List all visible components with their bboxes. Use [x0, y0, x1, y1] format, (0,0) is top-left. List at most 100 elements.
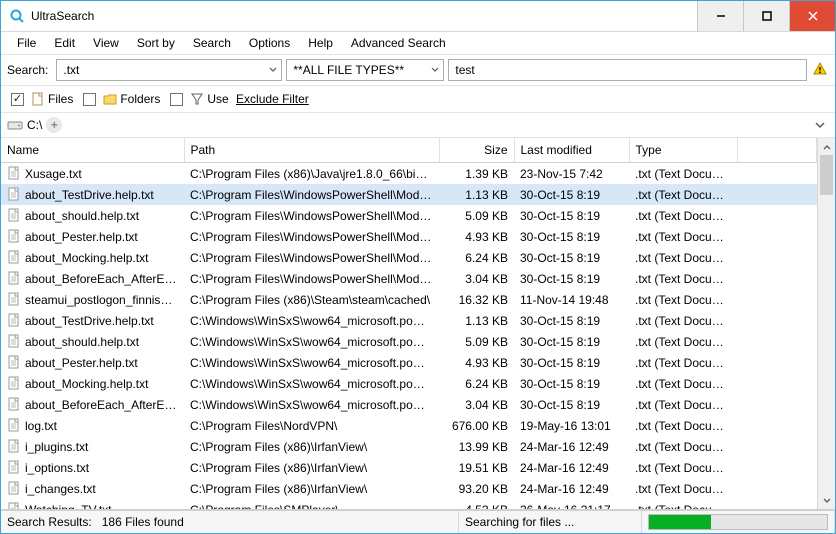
cell-path: C:\Program Files (x86)\IrfanView\ — [184, 457, 439, 478]
scroll-down-arrow[interactable] — [818, 492, 835, 509]
exclude-filter-link[interactable]: Exclude Filter — [236, 92, 309, 106]
table-row[interactable]: about_BeforeEach_AfterEac...C:\Windows\W… — [1, 394, 817, 415]
folders-checkbox[interactable] — [83, 93, 96, 106]
file-icon — [7, 271, 21, 285]
col-modified[interactable]: Last modified — [514, 138, 629, 163]
cell-size: 1.13 KB — [439, 310, 514, 331]
filetype-input[interactable] — [61, 62, 266, 78]
cell-spacer — [737, 436, 817, 457]
col-path[interactable]: Path — [184, 138, 439, 163]
cell-date: 30-Oct-15 8:19 — [514, 394, 629, 415]
table-row[interactable]: about_should.help.txtC:\Program Files\Wi… — [1, 205, 817, 226]
cell-name: about_TestDrive.help.txt — [25, 188, 154, 202]
drive-label[interactable]: C:\ — [27, 118, 42, 132]
menu-sort-by[interactable]: Sort by — [129, 34, 183, 52]
file-icon — [7, 397, 21, 411]
table-row[interactable]: about_BeforeEach_AfterEac...C:\Program F… — [1, 268, 817, 289]
search-query-input[interactable] — [453, 62, 802, 78]
chevron-down-icon[interactable] — [266, 66, 279, 74]
cell-date: 24-Mar-16 12:49 — [514, 478, 629, 499]
menu-help[interactable]: Help — [300, 34, 341, 52]
menu-search[interactable]: Search — [185, 34, 239, 52]
col-type[interactable]: Type — [629, 138, 737, 163]
cell-date: 30-Oct-15 8:19 — [514, 310, 629, 331]
scroll-track[interactable] — [818, 155, 835, 492]
table-row[interactable]: steamui_postlogon_finnish.txtC:\Program … — [1, 289, 817, 310]
menu-view[interactable]: View — [85, 34, 127, 52]
file-icon — [7, 355, 21, 369]
cell-type: .txt (Text Docum... — [629, 436, 737, 457]
alltypes-combo[interactable] — [286, 59, 444, 81]
cell-spacer — [737, 457, 817, 478]
status-searching: Searching for files ... — [459, 511, 642, 533]
add-drive-button[interactable]: + — [46, 117, 62, 133]
cell-type: .txt (Text Docum... — [629, 478, 737, 499]
cell-name: about_Pester.help.txt — [25, 356, 138, 370]
cell-spacer — [737, 331, 817, 352]
filetype-combo[interactable] — [56, 59, 282, 81]
cell-spacer — [737, 394, 817, 415]
cell-type: .txt (Text Docum... — [629, 457, 737, 478]
cell-date: 30-Oct-15 8:19 — [514, 247, 629, 268]
cell-spacer — [737, 499, 817, 509]
table-row[interactable]: log.txtC:\Program Files\NordVPN\676.00 K… — [1, 415, 817, 436]
cell-spacer — [737, 415, 817, 436]
cell-path: C:\Program Files\WindowsPowerShell\Modul… — [184, 268, 439, 289]
warning-icon[interactable] — [811, 61, 829, 80]
file-icon — [7, 418, 21, 432]
cell-date: 30-Oct-15 8:19 — [514, 331, 629, 352]
folders-filter[interactable]: Folders — [83, 91, 160, 107]
cell-size: 4.53 KB — [439, 499, 514, 509]
files-checkbox[interactable] — [11, 93, 24, 106]
cell-date: 30-Oct-15 8:19 — [514, 373, 629, 394]
cell-name: i_plugins.txt — [25, 440, 88, 454]
menubar: FileEditViewSort bySearchOptionsHelpAdva… — [1, 32, 835, 55]
file-icon — [7, 439, 21, 453]
menu-advanced-search[interactable]: Advanced Search — [343, 34, 454, 52]
minimize-button[interactable] — [697, 1, 743, 31]
files-label: Files — [48, 92, 73, 106]
use-exclude-checkbox[interactable] — [170, 93, 183, 106]
cell-date: 11-Nov-14 19:48 — [514, 289, 629, 310]
table-row[interactable]: about_Mocking.help.txtC:\Windows\WinSxS\… — [1, 373, 817, 394]
cell-size: 6.24 KB — [439, 247, 514, 268]
table-row[interactable]: about_Pester.help.txtC:\Windows\WinSxS\w… — [1, 352, 817, 373]
vertical-scrollbar[interactable] — [817, 138, 835, 509]
menu-file[interactable]: File — [9, 34, 44, 52]
table-row[interactable]: i_plugins.txtC:\Program Files (x86)\Irfa… — [1, 436, 817, 457]
cell-name: about_TestDrive.help.txt — [25, 314, 154, 328]
table-row[interactable]: about_Pester.help.txtC:\Program Files\Wi… — [1, 226, 817, 247]
menu-options[interactable]: Options — [241, 34, 298, 52]
scroll-up-arrow[interactable] — [818, 138, 835, 155]
table-row[interactable]: Watching_TV.txtC:\Program Files\SMPlayer… — [1, 499, 817, 509]
table-row[interactable]: i_options.txtC:\Program Files (x86)\Irfa… — [1, 457, 817, 478]
table-row[interactable]: Xusage.txtC:\Program Files (x86)\Java\jr… — [1, 163, 817, 185]
table-row[interactable]: about_TestDrive.help.txtC:\Windows\WinSx… — [1, 310, 817, 331]
scroll-thumb[interactable] — [820, 155, 833, 195]
chevron-down-icon[interactable] — [429, 66, 441, 74]
status-progress — [642, 511, 835, 533]
cell-size: 676.00 KB — [439, 415, 514, 436]
maximize-button[interactable] — [743, 1, 789, 31]
col-name[interactable]: Name — [1, 138, 184, 163]
file-icon — [30, 91, 46, 107]
search-query-box[interactable] — [448, 59, 807, 81]
table-row[interactable]: about_Mocking.help.txtC:\Program Files\W… — [1, 247, 817, 268]
col-size[interactable]: Size — [439, 138, 514, 163]
results-wrap: Name Path Size Last modified Type Xusage… — [1, 138, 835, 510]
drive-icon[interactable] — [7, 117, 23, 133]
results-scroll: Name Path Size Last modified Type Xusage… — [1, 138, 817, 509]
files-filter[interactable]: Files — [11, 91, 73, 107]
cell-name: about_Pester.help.txt — [25, 230, 138, 244]
cell-size: 1.39 KB — [439, 163, 514, 185]
table-row[interactable]: i_changes.txtC:\Program Files (x86)\Irfa… — [1, 478, 817, 499]
menu-edit[interactable]: Edit — [46, 34, 83, 52]
cell-path: C:\Program Files (x86)\Steam\steam\cache… — [184, 289, 439, 310]
use-exclude-filter[interactable]: Use Exclude Filter — [170, 91, 308, 107]
table-row[interactable]: about_should.help.txtC:\Windows\WinSxS\w… — [1, 331, 817, 352]
alltypes-input[interactable] — [291, 62, 429, 78]
table-row[interactable]: about_TestDrive.help.txtC:\Program Files… — [1, 184, 817, 205]
chevron-down-icon[interactable] — [811, 116, 829, 134]
close-button[interactable] — [789, 1, 835, 31]
cell-name: about_BeforeEach_AfterEac... — [25, 272, 184, 286]
